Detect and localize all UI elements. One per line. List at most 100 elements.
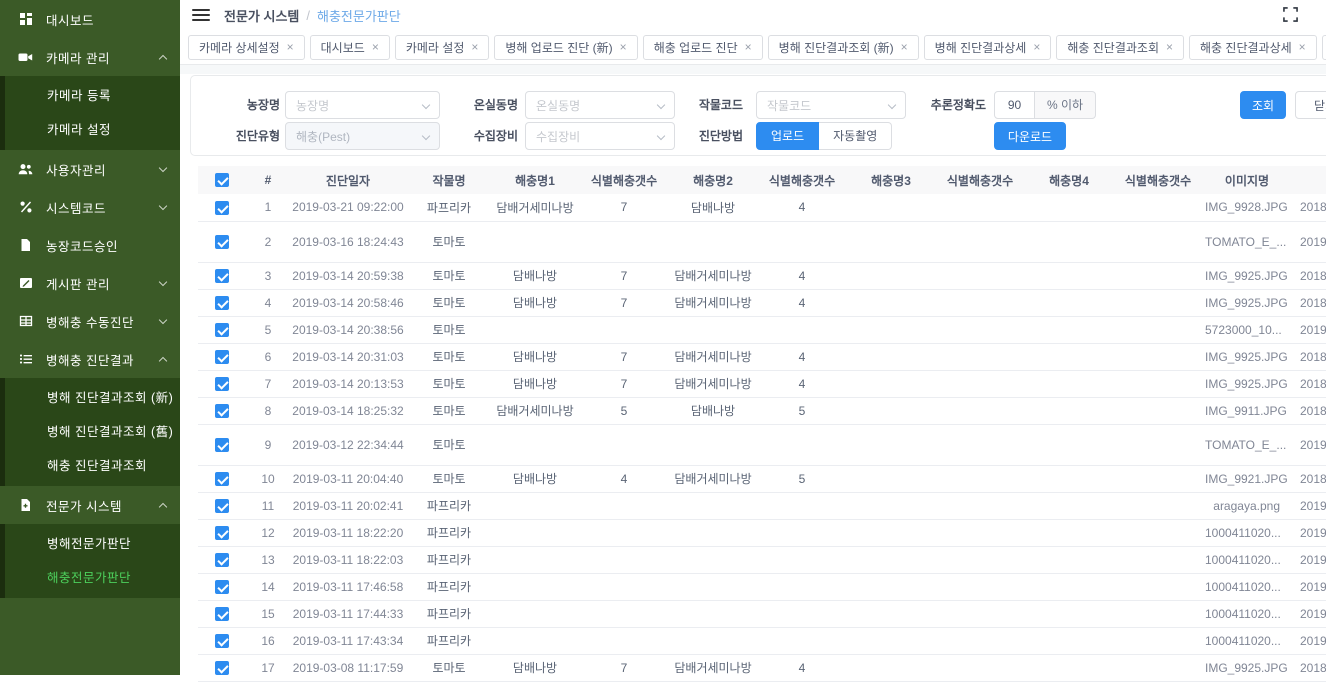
tab-카메라 상세설정[interactable]: 카메라 상세설정 × [188, 35, 305, 60]
row-checkbox[interactable] [215, 438, 229, 452]
row-checkbox[interactable] [215, 499, 229, 513]
search-button[interactable]: 조회 [1240, 91, 1286, 119]
close-tab-icon[interactable]: × [1033, 41, 1040, 53]
cell-image: 1000411020... [1204, 519, 1290, 546]
close-tab-icon[interactable]: × [745, 41, 752, 53]
tab-대시보드[interactable]: 대시보드 × [310, 35, 390, 60]
row-checkbox[interactable] [215, 350, 229, 364]
camera-icon [18, 50, 33, 65]
sidebar-item-시스템코드[interactable]: 시스템코드 [0, 188, 180, 226]
row-checkbox[interactable] [215, 661, 229, 675]
cell-sel[interactable] [198, 289, 246, 316]
sidebar-item-전문가 시스템[interactable]: 전문가 시스템 [0, 486, 180, 524]
row-checkbox[interactable] [215, 269, 229, 283]
sidebar-subitem-카메라 설정[interactable]: 카메라 설정 [5, 113, 180, 147]
cell-sel[interactable] [198, 262, 246, 289]
accuracy-input[interactable] [994, 91, 1035, 119]
sidebar-item-게시판 관리[interactable]: 게시판 관리 [0, 264, 180, 302]
cell-pest1 [492, 221, 578, 262]
cell-image: IMG_9925.JPG [1204, 262, 1290, 289]
sidebar-subitem-병해 진단결과조회 (舊)[interactable]: 병해 진단결과조회 (舊) [5, 415, 180, 449]
sidebar-item-label: 대시보드 [46, 10, 166, 29]
cell-sel[interactable] [198, 397, 246, 424]
row-checkbox[interactable] [215, 634, 229, 648]
crop-code-select[interactable]: 작물코드 [756, 91, 906, 119]
close-button[interactable]: 닫기 [1295, 91, 1326, 119]
cell-num: 2 [246, 221, 290, 262]
row-checkbox[interactable] [215, 472, 229, 486]
row-checkbox[interactable] [215, 201, 229, 215]
cell-sel[interactable] [198, 370, 246, 397]
tab-해충 업로드 진단[interactable]: 해충 업로드 진단 × [643, 35, 763, 60]
cell-pest4 [1026, 492, 1112, 519]
close-tab-icon[interactable]: × [1299, 41, 1306, 53]
close-tab-icon[interactable]: × [901, 41, 908, 53]
greenhouse-select[interactable]: 온실동명 [525, 91, 675, 119]
farm-select[interactable]: 농장명 [285, 91, 440, 119]
row-checkbox[interactable] [215, 377, 229, 391]
cell-sel[interactable] [198, 424, 246, 465]
row-checkbox[interactable] [215, 553, 229, 567]
cell-sel[interactable] [198, 492, 246, 519]
diagnosis-type-value: 해충(Pest) [296, 128, 350, 145]
sidebar-subitem-카메라 등록[interactable]: 카메라 등록 [5, 79, 180, 113]
row-checkbox[interactable] [215, 323, 229, 337]
row-checkbox[interactable] [215, 235, 229, 249]
method-option-자동촬영[interactable]: 자동촬영 [819, 122, 892, 150]
sidebar-item-label: 병해충 진단결과 [46, 350, 160, 369]
cell-sel[interactable] [198, 573, 246, 600]
cell-sel[interactable] [198, 546, 246, 573]
tab-해충 진단결과조회[interactable]: 해충 진단결과조회 × [1056, 35, 1184, 60]
tab-병해 진단결과상세[interactable]: 병해 진단결과상세 × [924, 35, 1052, 60]
method-option-업로드[interactable]: 업로드 [756, 122, 819, 150]
close-tab-icon[interactable]: × [471, 41, 478, 53]
sidebar-item-병해충 진단결과[interactable]: 병해충 진단결과 [0, 340, 180, 378]
sidebar-item-사용자관리[interactable]: 사용자관리 [0, 150, 180, 188]
cell-pest3 [848, 627, 934, 654]
row-checkbox[interactable] [215, 580, 229, 594]
cell-sel[interactable] [198, 221, 246, 262]
tab-병해 업로드 진단 (新)[interactable]: 병해 업로드 진단 (新) × [494, 35, 637, 60]
cell-cnt4 [1112, 654, 1204, 681]
close-tab-icon[interactable]: × [1166, 41, 1173, 53]
cell-sel[interactable] [198, 343, 246, 370]
sidebar-subitem-병해 진단결과조회 (新)[interactable]: 병해 진단결과조회 (新) [5, 381, 180, 415]
sidebar-subitem-해충 진단결과조회[interactable]: 해충 진단결과조회 [5, 449, 180, 483]
tab-해충 진단결과상세[interactable]: 해충 진단결과상세 × [1189, 35, 1317, 60]
table-row: 122019-03-11 18:22:20파프리카1000411020...20… [198, 519, 1326, 546]
sidebar-subitem-병해전문가판단[interactable]: 병해전문가판단 [5, 527, 180, 561]
tab-카메라 설정[interactable]: 카메라 설정 × [395, 35, 490, 60]
sidebar-item-농장코드승인[interactable]: 농장코드승인 [0, 226, 180, 264]
cell-sel[interactable] [198, 465, 246, 492]
row-checkbox[interactable] [215, 404, 229, 418]
cell-sel[interactable] [198, 627, 246, 654]
download-button[interactable]: 다운로드 [994, 122, 1066, 150]
menu-toggle-icon[interactable] [192, 6, 210, 24]
cell-reg: 2018 [1290, 465, 1326, 492]
close-tab-icon[interactable]: × [620, 41, 627, 53]
row-checkbox[interactable] [215, 526, 229, 540]
cell-cnt1 [578, 424, 670, 465]
sidebar-subitem-해충전문가판단[interactable]: 해충전문가판단 [5, 561, 180, 595]
sidebar-item-카메라 관리[interactable]: 카메라 관리 [0, 38, 180, 76]
cell-sel[interactable] [198, 316, 246, 343]
sidebar-item-label: 시스템코드 [46, 198, 160, 217]
cell-sel[interactable] [198, 600, 246, 627]
device-select[interactable]: 수집장비 [525, 122, 675, 150]
close-tab-icon[interactable]: × [287, 41, 294, 53]
tab-병해전문가판단[interactable]: 병해전문가판단 × [1322, 35, 1326, 60]
tab-병해 진단결과조회 (新)[interactable]: 병해 진단결과조회 (新) × [768, 35, 919, 60]
close-tab-icon[interactable]: × [372, 41, 379, 53]
row-checkbox[interactable] [215, 607, 229, 621]
cell-sel[interactable] [198, 194, 246, 221]
fullscreen-icon[interactable] [1283, 7, 1298, 27]
sidebar-item-병해충 수동진단[interactable]: 병해충 수동진단 [0, 302, 180, 340]
cell-pest4 [1026, 600, 1112, 627]
col-header-sel[interactable] [198, 166, 246, 194]
cell-sel[interactable] [198, 519, 246, 546]
row-checkbox[interactable] [215, 296, 229, 310]
cell-sel[interactable] [198, 654, 246, 681]
select-all-checkbox[interactable] [215, 173, 229, 187]
sidebar-item-대시보드[interactable]: 대시보드 [0, 0, 180, 38]
table-row: 32019-03-14 20:59:38토마토담배나방7담배거세미나방4IMG_… [198, 262, 1326, 289]
